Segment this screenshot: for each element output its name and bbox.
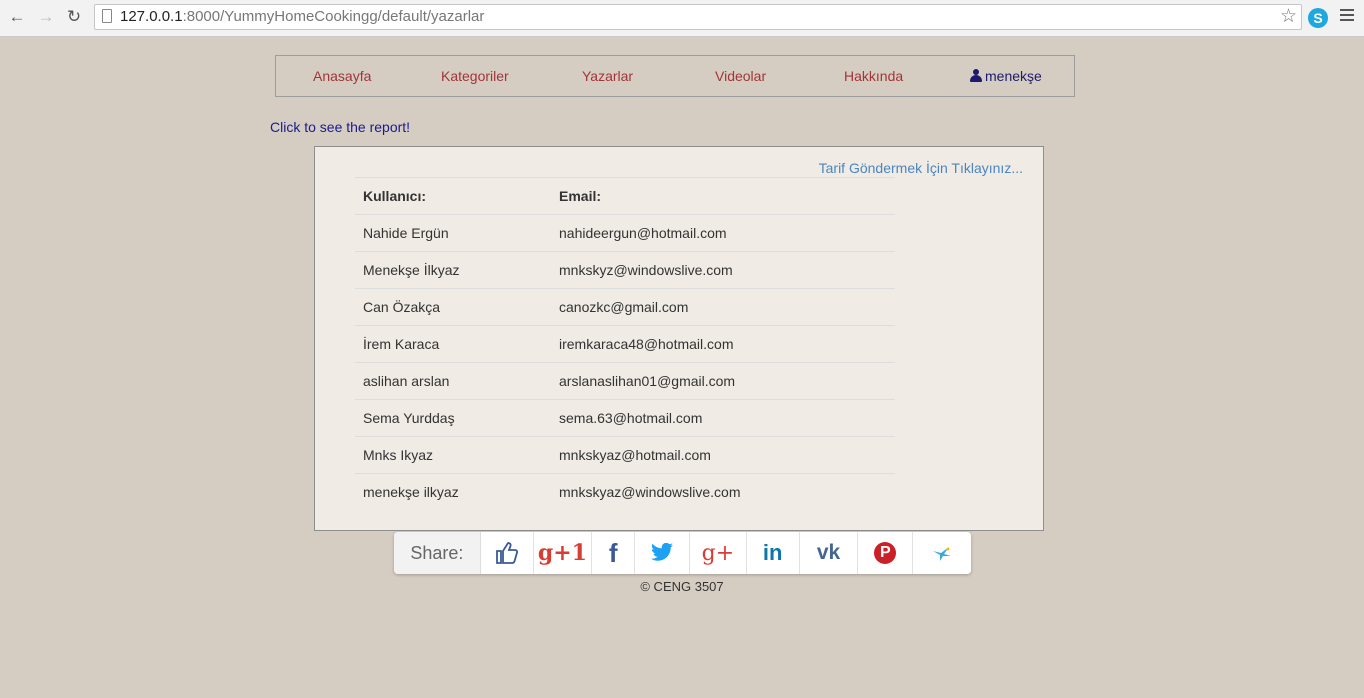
table-row: Sema Yurddaş sema.63@hotmail.com — [355, 399, 895, 437]
user-email: mnkskyaz@hotmail.com — [551, 436, 895, 474]
browser-toolbar: ← → ↻ 127.0.0.1:8000/YummyHomeCookingg/d… — [0, 0, 1364, 37]
twitter-icon — [651, 543, 674, 561]
linkedin-icon: in — [762, 540, 783, 565]
nav-user-name: menekşe — [985, 68, 1042, 84]
authors-panel: Tarif Göndermek İçin Tıklayınız... Kulla… — [314, 146, 1044, 531]
user-name: aslihan arslan — [355, 362, 551, 400]
gplus-one-icon: g+1 — [537, 540, 587, 566]
user-name: Menekşe İlkyaz — [355, 251, 551, 289]
page-icon — [102, 9, 112, 23]
pinterest-icon: P — [874, 542, 897, 564]
table-row: İrem Karaca iremkaraca48@hotmail.com — [355, 325, 895, 363]
nav-item-hakkinda[interactable]: Hakkında — [844, 68, 903, 84]
facebook-share-button[interactable]: f — [592, 532, 636, 574]
user-name: İrem Karaca — [355, 325, 551, 363]
nav-item-kategoriler[interactable]: Kategoriler — [441, 68, 509, 84]
table-header-row: Kullanıcı: Email: — [355, 177, 895, 215]
back-arrow-icon[interactable]: ← — [6, 6, 28, 28]
authors-table: Kullanıcı: Email: Nahide Ergün nahideergu… — [355, 177, 895, 510]
main-navigation: Anasayfa Kategoriler Yazarlar Videolar H… — [275, 55, 1075, 97]
user-email: sema.63@hotmail.com — [551, 399, 895, 437]
share-label: Share: — [394, 532, 481, 574]
browser-menu-icon[interactable] — [1340, 9, 1354, 24]
vk-share-button[interactable]: vk — [799, 532, 859, 574]
header-user: Kullanıcı: — [355, 177, 551, 215]
url-host: 127.0.0.1 — [120, 8, 183, 25]
user-email: nahideergun@hotmail.com — [551, 214, 895, 252]
table-row: Nahide Ergün nahideergun@hotmail.com — [355, 214, 895, 252]
table-row: aslihan arslan arslanaslihan01@gmail.com — [355, 362, 895, 400]
facebook-icon: f — [608, 537, 618, 568]
user-name: Mnks Ikyaz — [355, 436, 551, 474]
nav-item-videolar[interactable]: Videolar — [715, 68, 766, 84]
google-plus-share-button[interactable]: g+ — [689, 532, 747, 574]
table-row: menekşe ilkyaz mnkskyaz@windowslive.com — [355, 473, 895, 510]
share-bar: Share: g+1 f g+ in vk P — [394, 532, 971, 574]
vk-icon: vk — [816, 541, 841, 564]
google-plus-one-button[interactable]: g+1 — [533, 532, 593, 574]
url-text[interactable]: 127.0.0.1:8000/YummyHomeCookingg/default… — [120, 8, 484, 25]
report-link[interactable]: Click to see the report! — [270, 119, 410, 135]
hummingbird-icon — [933, 547, 952, 561]
header-email: Email: — [551, 177, 895, 215]
like-button[interactable] — [480, 532, 534, 574]
user-name: menekşe ilkyaz — [355, 473, 551, 510]
pinterest-share-button[interactable]: P — [858, 532, 914, 574]
url-path: :8000/YummyHomeCookingg/default/yazarlar — [182, 8, 485, 25]
more-share-button[interactable] — [913, 532, 971, 574]
forward-arrow-icon[interactable]: → — [35, 6, 57, 28]
address-bar[interactable]: 127.0.0.1:8000/YummyHomeCookingg/default… — [94, 4, 1302, 30]
thumbs-up-icon — [495, 542, 518, 564]
footer-copyright: © CENG 3507 — [640, 579, 724, 594]
user-name: Can Özakça — [355, 288, 551, 326]
nav-user-menu[interactable]: menekşe — [970, 68, 1042, 84]
user-email: arslanaslihan01@gmail.com — [551, 362, 895, 400]
user-email: iremkaraca48@hotmail.com — [551, 325, 895, 363]
user-name: Nahide Ergün — [355, 214, 551, 252]
nav-item-yazarlar[interactable]: Yazarlar — [582, 68, 633, 84]
user-name: Sema Yurddaş — [355, 399, 551, 437]
reload-icon[interactable]: ↻ — [63, 6, 85, 28]
user-email: mnkskyaz@windowslive.com — [551, 473, 895, 510]
table-row: Mnks Ikyaz mnkskyaz@hotmail.com — [355, 436, 895, 474]
table-row: Can Özakça canozkc@gmail.com — [355, 288, 895, 326]
gplus-icon: g+ — [701, 540, 735, 566]
twitter-share-button[interactable] — [635, 532, 690, 574]
user-icon — [970, 69, 982, 82]
linkedin-share-button[interactable]: in — [746, 532, 800, 574]
submit-recipe-link[interactable]: Tarif Göndermek İçin Tıklayınız... — [819, 160, 1023, 176]
bookmark-star-icon[interactable]: ☆ — [1280, 5, 1297, 28]
user-email: canozkc@gmail.com — [551, 288, 895, 326]
user-email: mnkskyz@windowslive.com — [551, 251, 895, 289]
skype-extension-icon[interactable]: S — [1308, 8, 1328, 28]
nav-item-anasayfa[interactable]: Anasayfa — [313, 68, 371, 84]
table-row: Menekşe İlkyaz mnkskyz@windowslive.com — [355, 251, 895, 289]
